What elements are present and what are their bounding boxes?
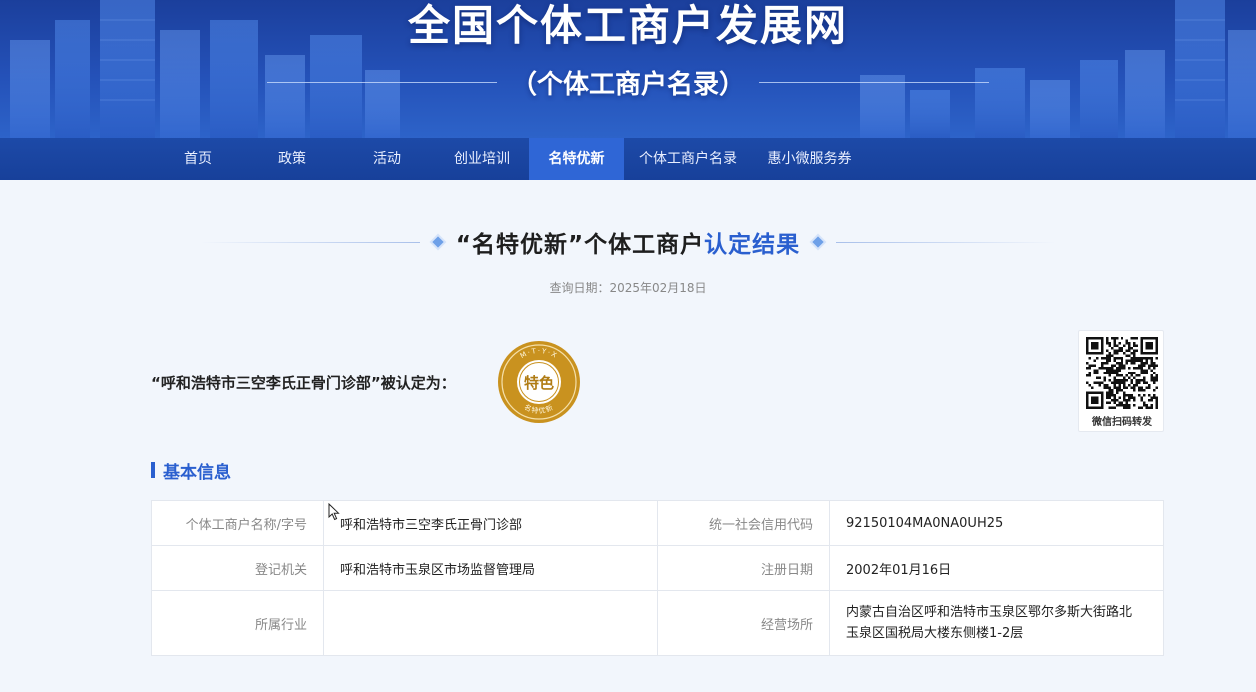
subtitle-divider-left	[266, 81, 497, 83]
nav-item-training[interactable]: 创业培训	[435, 138, 529, 180]
address-line-1: 内蒙古自治区呼和浩特市玉泉区鄂尔多斯大街路北	[846, 605, 1133, 620]
qr-code-icon	[1086, 337, 1158, 409]
label-business-address: 经营场所	[657, 590, 830, 656]
label-industry: 所属行业	[151, 590, 324, 656]
table-row: 所属行业 经营场所 内蒙古自治区呼和浩特市玉泉区鄂尔多斯大街路北 玉泉区国税局大…	[151, 590, 1164, 656]
wechat-qr-card[interactable]: 微信扫码转发	[1078, 330, 1164, 432]
result-heading: “名特优新”个体工商户认定结果	[0, 222, 1256, 262]
label-registration-authority: 登记机关	[151, 545, 324, 591]
nav-item-service-voucher[interactable]: 惠小微服务券	[752, 138, 867, 180]
main-nav: 首页 政策 活动 创业培训 名特优新 个体工商户名录 惠小微服务券	[0, 138, 1256, 180]
mouse-pointer-icon	[328, 503, 340, 521]
address-line-2: 玉泉区国税局大楼东侧楼1-2层	[846, 626, 1024, 641]
certified-statement: “呼和浩特市三空李氏正骨门诊部”被认定为：	[151, 374, 456, 392]
basic-info-title: 基本信息	[163, 462, 231, 483]
tese-seal-icon: M·T·Y·X 特色 名特优新	[498, 341, 580, 423]
label-registration-date: 注册日期	[657, 545, 830, 591]
site-banner: 全国个体工商户发展网 （个体工商户名录）	[0, 0, 1256, 138]
subtitle-divider-right	[759, 81, 989, 83]
value-credit-code: 92150104MA0NA0UH25	[829, 500, 1164, 546]
section-accent-bar	[151, 462, 155, 478]
seal-center-text: 特色	[524, 374, 554, 392]
value-business-address: 内蒙古自治区呼和浩特市玉泉区鄂尔多斯大街路北 玉泉区国税局大楼东侧楼1-2层	[829, 590, 1164, 656]
table-row: 登记机关 呼和浩特市玉泉区市场监督管理局 注册日期 2002年01月16日	[151, 545, 1164, 591]
value-registration-authority: 呼和浩特市玉泉区市场监督管理局	[323, 545, 658, 591]
result-title-highlight: 认定结果	[704, 232, 801, 258]
result-title-prefix: “名特优新”个体工商户	[455, 232, 705, 258]
site-title: 全国个体工商户发展网	[407, 1, 848, 50]
value-registration-date: 2002年01月16日	[829, 545, 1164, 591]
nav-item-home[interactable]: 首页	[151, 138, 245, 180]
label-credit-code: 统一社会信用代码	[657, 500, 830, 546]
site-subtitle-row: （个体工商户名录）	[0, 62, 1256, 102]
value-business-name: 呼和浩特市三空李氏正骨门诊部	[323, 500, 658, 546]
heading-divider-left	[199, 241, 420, 243]
nav-item-mingteyouxin[interactable]: 名特优新	[529, 138, 624, 180]
table-row: 个体工商户名称/字号 呼和浩特市三空李氏正骨门诊部 统一社会信用代码 92150…	[151, 500, 1164, 546]
nav-item-directory[interactable]: 个体工商户名录	[624, 138, 752, 180]
qr-caption: 微信扫码转发	[1092, 417, 1152, 428]
diamond-icon	[812, 236, 824, 248]
nav-item-activities[interactable]: 活动	[339, 138, 435, 180]
basic-info-section-title: 基本信息	[151, 459, 231, 483]
basic-info-table: 个体工商户名称/字号 呼和浩特市三空李氏正骨门诊部 统一社会信用代码 92150…	[151, 500, 1164, 656]
diamond-icon	[432, 236, 444, 248]
result-title: “名特优新”个体工商户认定结果	[456, 225, 800, 259]
site-subtitle: （个体工商户名录）	[510, 69, 745, 100]
value-industry	[323, 590, 658, 656]
heading-divider-right	[836, 241, 1057, 243]
query-date: 查询日期：2025年02月18日	[549, 281, 707, 295]
label-business-name: 个体工商户名称/字号	[151, 500, 324, 546]
nav-item-policy[interactable]: 政策	[245, 138, 339, 180]
